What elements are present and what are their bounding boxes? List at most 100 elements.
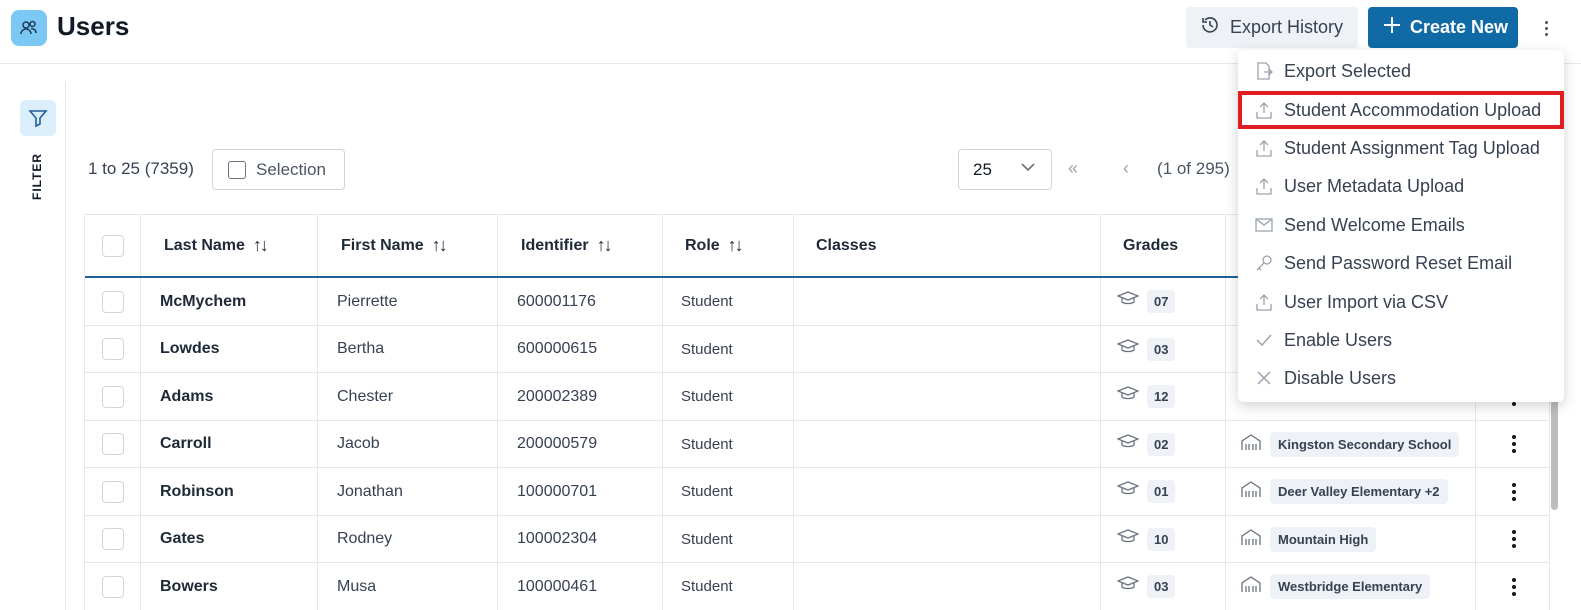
- grade-badge: 03: [1147, 337, 1176, 361]
- row-checkbox[interactable]: [101, 480, 124, 503]
- sort-icon[interactable]: ↑↓: [253, 235, 269, 256]
- row-checkbox[interactable]: [101, 433, 124, 455]
- table-row[interactable]: Gates Rodney 100002304 Student 10 Mounta…: [85, 515, 1549, 563]
- row-more-icon[interactable]: [1511, 435, 1516, 453]
- check-icon: [1254, 330, 1274, 350]
- page-info: (1 of 295): [1157, 159, 1230, 178]
- column-first-name[interactable]: First Name ↑↓: [318, 215, 498, 276]
- row-select-cell: [85, 373, 141, 420]
- column-identifier[interactable]: Identifier ↑↓: [498, 215, 663, 276]
- schools-cell: Mountain High: [1226, 515, 1476, 563]
- key-icon: [1254, 253, 1274, 273]
- menu-item-student-assignment-tag-upload[interactable]: Student Assignment Tag Upload: [1238, 129, 1564, 167]
- graduation-cap-icon: [1116, 291, 1140, 312]
- menu-item-label: User Import via CSV: [1284, 291, 1449, 312]
- grades-cell: 07: [1101, 278, 1226, 325]
- select-all-checkbox[interactable]: [101, 234, 124, 257]
- filter-label: FILTER: [30, 152, 44, 200]
- graduation-cap-icon: [1116, 433, 1140, 455]
- menu-item-student-accommodation-upload[interactable]: Student Accommodation Upload: [1238, 91, 1564, 129]
- row-checkbox[interactable]: [101, 290, 124, 313]
- row-actions-cell: [1476, 421, 1549, 468]
- page-size-select[interactable]: 25: [958, 149, 1052, 190]
- table-row[interactable]: Carroll Jacob 200000579 Student 02 Kings…: [85, 420, 1549, 468]
- role-cell: Student: [663, 373, 794, 420]
- classes-cell: [794, 563, 1101, 610]
- grade-badge: 12: [1147, 385, 1176, 408]
- menu-item-enable-users[interactable]: Enable Users: [1238, 321, 1564, 359]
- upload-icon: [1254, 176, 1274, 196]
- create-new-label: Create New: [1410, 17, 1509, 37]
- row-checkbox[interactable]: [101, 338, 124, 360]
- role-cell: Student: [663, 420, 794, 468]
- selection-checkbox: [228, 160, 246, 179]
- classes-cell: [794, 420, 1101, 468]
- menu-item-export-selected[interactable]: Export Selected: [1238, 52, 1564, 90]
- x-icon: [1254, 368, 1274, 388]
- school-badge: Westbridge Elementary: [1270, 574, 1431, 599]
- row-actions-cell: [1476, 468, 1549, 515]
- grade-badge: 03: [1147, 575, 1176, 598]
- menu-item-label: Export Selected: [1284, 60, 1412, 81]
- table-row[interactable]: Bowers Musa 100000461 Student 03 Westbri…: [85, 563, 1549, 610]
- prev-page-icon[interactable]: ‹: [1123, 158, 1129, 179]
- grades-cell: 10: [1101, 515, 1226, 563]
- grades-cell: 01: [1101, 468, 1226, 515]
- vertical-scrollbar[interactable]: [1551, 390, 1558, 510]
- school-icon: [1240, 528, 1262, 551]
- schools-cell: Kingston Secondary School: [1226, 420, 1476, 468]
- classes-cell: [794, 515, 1101, 563]
- menu-item-send-password-reset-email[interactable]: Send Password Reset Email: [1238, 244, 1564, 282]
- classes-cell: [794, 325, 1101, 373]
- row-checkbox[interactable]: [101, 575, 124, 598]
- filter-icon: [28, 110, 48, 128]
- export-file-icon: [1254, 61, 1274, 81]
- identifier-cell: 100000461: [498, 563, 663, 610]
- mail-icon: [1254, 215, 1274, 235]
- history-icon: [1200, 15, 1220, 40]
- selection-toggle[interactable]: Selection: [212, 149, 345, 190]
- schools-cell: Deer Valley Elementary +2: [1226, 468, 1476, 515]
- grades-cell: 03: [1101, 563, 1226, 610]
- column-grades: Grades: [1101, 215, 1226, 276]
- sort-icon[interactable]: ↑↓: [432, 235, 448, 256]
- first-name-cell: Bertha: [318, 325, 498, 373]
- filter-button[interactable]: [20, 100, 56, 136]
- classes-cell: [794, 373, 1101, 420]
- first-page-icon[interactable]: «: [1068, 158, 1078, 179]
- last-name-cell: Robinson: [141, 468, 318, 515]
- menu-item-user-metadata-upload[interactable]: User Metadata Upload: [1238, 167, 1564, 205]
- column-label: Identifier: [521, 236, 589, 254]
- create-new-button[interactable]: Create New: [1368, 7, 1518, 48]
- first-name-cell: Jacob: [318, 420, 498, 468]
- sort-icon[interactable]: ↑↓: [597, 235, 613, 256]
- table-row[interactable]: Robinson Jonathan 100000701 Student 01 D…: [85, 468, 1549, 516]
- graduation-cap-icon: [1116, 386, 1140, 407]
- menu-item-send-welcome-emails[interactable]: Send Welcome Emails: [1238, 206, 1564, 244]
- row-checkbox[interactable]: [101, 528, 124, 550]
- column-label: Role: [685, 236, 720, 254]
- row-more-icon[interactable]: [1511, 530, 1516, 548]
- row-checkbox[interactable]: [101, 385, 124, 408]
- row-more-icon[interactable]: [1511, 482, 1516, 501]
- role-cell: Student: [663, 468, 794, 515]
- selection-label: Selection: [256, 159, 326, 179]
- school-badge: Kingston Secondary School: [1270, 431, 1460, 457]
- menu-item-label: Student Accommodation Upload: [1284, 99, 1542, 120]
- row-actions-cell: [1476, 563, 1549, 610]
- classes-cell: [794, 278, 1101, 325]
- menu-item-disable-users[interactable]: Disable Users: [1238, 359, 1564, 397]
- export-history-button[interactable]: Export History: [1186, 7, 1358, 48]
- column-last-name[interactable]: Last Name ↑↓: [141, 215, 318, 276]
- sort-icon[interactable]: ↑↓: [728, 235, 744, 256]
- row-select-cell: [85, 278, 141, 325]
- identifier-cell: 100002304: [498, 515, 663, 563]
- identifier-cell: 600001176: [498, 278, 663, 325]
- column-role[interactable]: Role ↑↓: [663, 215, 794, 276]
- menu-item-user-import-via-csv[interactable]: User Import via CSV: [1238, 283, 1564, 321]
- more-actions-icon[interactable]: [1536, 14, 1556, 42]
- menu-item-label: Send Password Reset Email: [1284, 252, 1513, 273]
- row-select-cell: [85, 563, 141, 610]
- upload-icon: [1254, 138, 1274, 158]
- row-more-icon[interactable]: [1511, 577, 1516, 596]
